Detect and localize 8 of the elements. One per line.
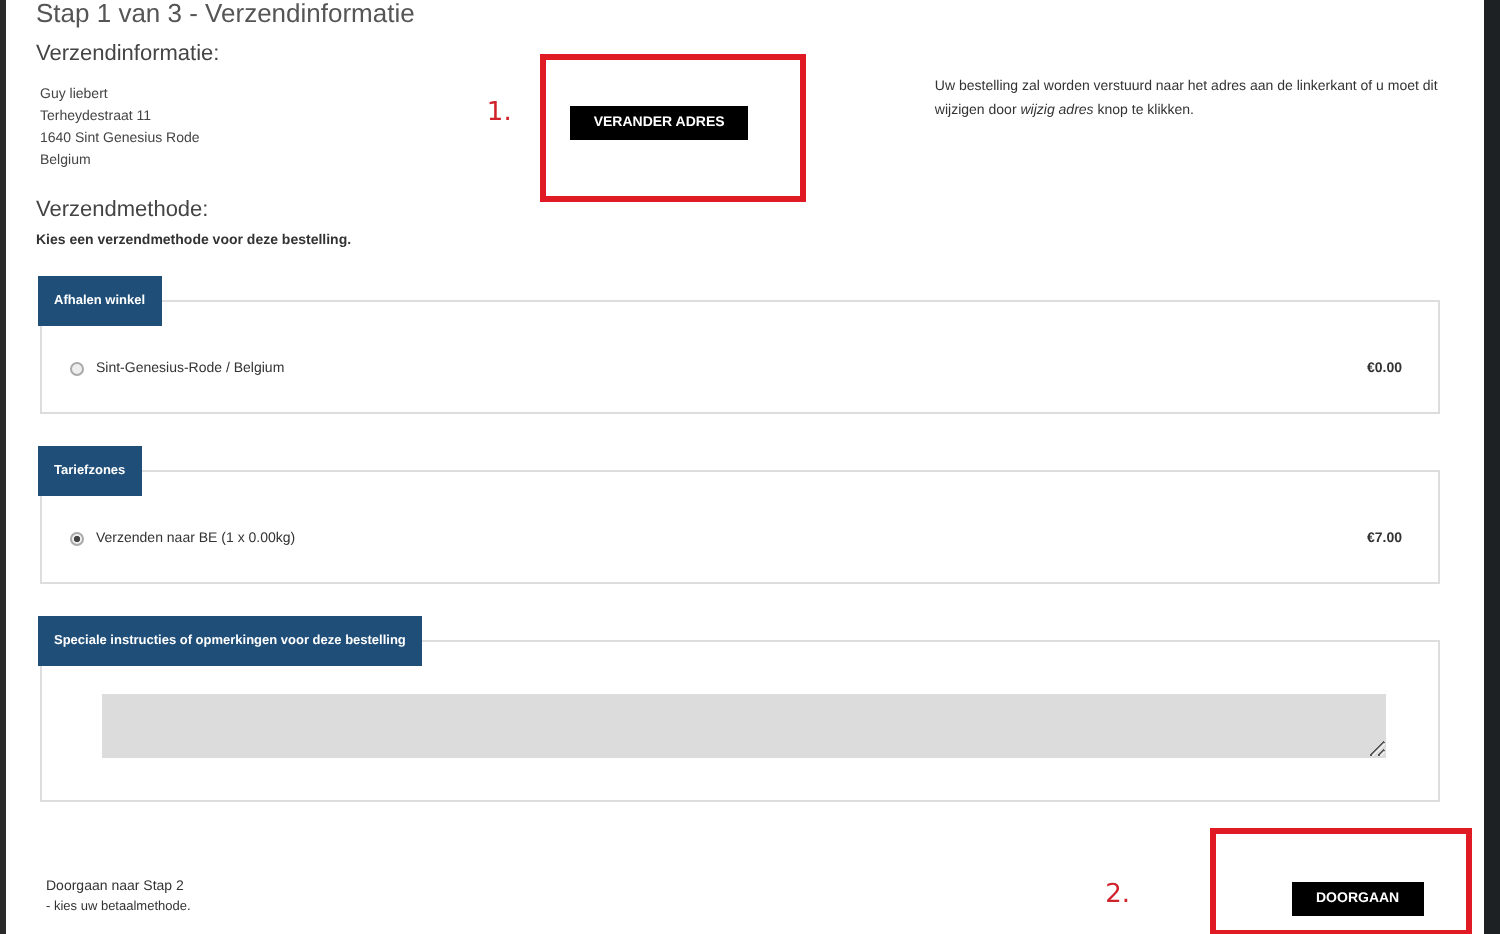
- annotation-number: 2.: [1105, 880, 1130, 910]
- page-title: Stap 1 van 3 - Verzendinformatie: [36, 0, 417, 26]
- section-heading: Verzendinformatie:: [36, 42, 222, 66]
- annotation-number: 1.: [486, 98, 512, 128]
- comments-field[interactable]: [102, 693, 1386, 757]
- section-heading: Verzendmethode:: [36, 198, 211, 222]
- radio-button[interactable]: [70, 362, 84, 376]
- radio-button[interactable]: [70, 532, 84, 546]
